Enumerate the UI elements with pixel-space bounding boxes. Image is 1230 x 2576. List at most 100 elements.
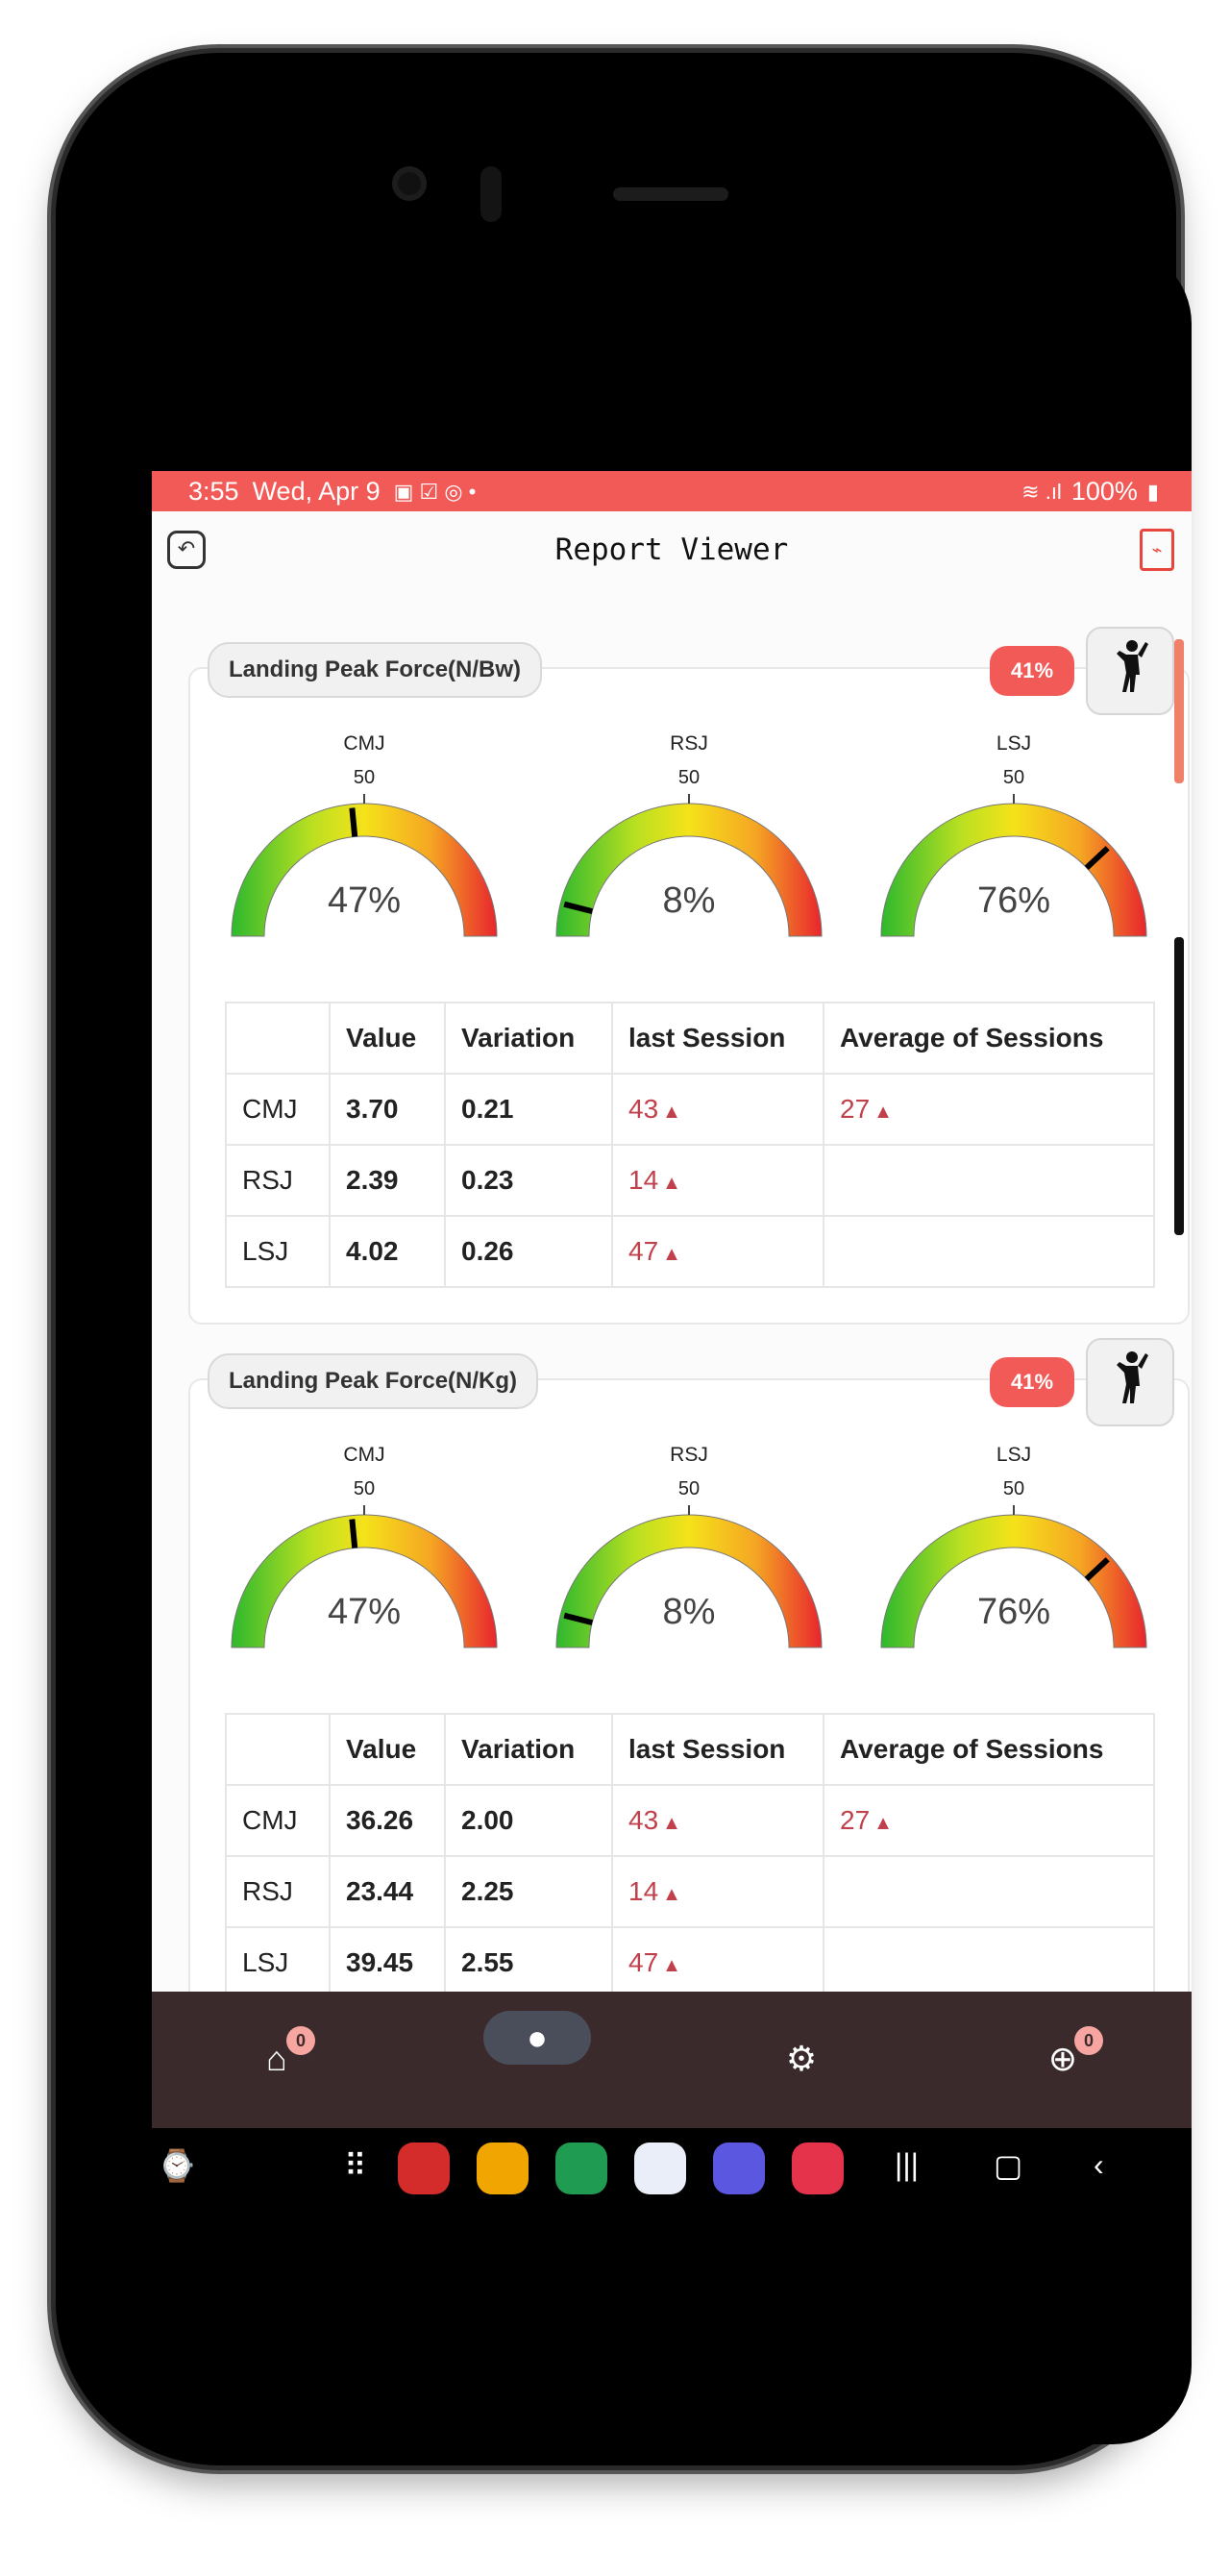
gauge-rsj: RSJ 50 8% bbox=[550, 727, 828, 948]
row-average bbox=[823, 1144, 1155, 1217]
profile-icon[interactable]: ● bbox=[508, 2009, 566, 2067]
back-nav-icon[interactable]: ‹ bbox=[1094, 2147, 1104, 2183]
row-average: 27 ▲ bbox=[823, 1784, 1155, 1857]
app-bar: ↶ Report Viewer ⌁ bbox=[152, 511, 1192, 604]
browser-app-icon[interactable] bbox=[713, 2143, 765, 2194]
row-variation: 0.23 bbox=[444, 1144, 613, 1217]
last-session-value: 47 bbox=[628, 1236, 659, 1266]
gauge-label: LSJ bbox=[996, 732, 1032, 755]
gauge-cmj: CMJ 50 47% bbox=[225, 1438, 504, 1659]
gauge-value: 8% bbox=[662, 880, 716, 921]
row-variation: 0.26 bbox=[444, 1215, 613, 1288]
table-row: CMJ 36.26 2.00 43 ▲ 27 ▲ bbox=[225, 1784, 1155, 1857]
gauge-value: 76% bbox=[976, 1592, 1051, 1632]
gauge-midpoint-label: 50 bbox=[677, 1478, 701, 1499]
files-app-icon[interactable] bbox=[477, 2143, 529, 2194]
table-row: RSJ 2.39 0.23 14 ▲ bbox=[225, 1144, 1155, 1217]
row-name: LSJ bbox=[225, 1215, 331, 1288]
bottom-navigation: ⌂ 0 ● ⚙ ⊕ 0 bbox=[152, 1992, 1192, 2128]
status-bar: 3:55 Wed, Apr 9 ▣ ☑ ◎ • ≋ .ıl 100% ▮ bbox=[152, 471, 1192, 511]
row-last-session: 43 ▲ bbox=[611, 1073, 824, 1146]
row-last-session: 43 ▲ bbox=[611, 1784, 824, 1857]
last-session-value: 43 bbox=[628, 1094, 659, 1124]
status-time: 3:55 bbox=[188, 477, 239, 506]
apps-grid-icon[interactable]: ⠿ bbox=[344, 2147, 366, 2184]
row-value: 23.44 bbox=[329, 1855, 446, 1928]
gauge-label: LSJ bbox=[996, 1444, 1032, 1466]
gauge-cmj: CMJ 50 47% bbox=[225, 727, 504, 948]
table-row: LSJ 39.45 2.55 47 ▲ bbox=[225, 1926, 1155, 1992]
trend-up-icon: ▲ bbox=[662, 1884, 681, 1905]
taskbar-icon[interactable]: ⌚ bbox=[158, 2147, 196, 2184]
home-button-icon[interactable]: ▢ bbox=[994, 2147, 1022, 2184]
table-header: Value bbox=[329, 1002, 446, 1075]
gauge-value: 76% bbox=[976, 880, 1051, 921]
settings-icon[interactable]: ⚙ bbox=[773, 2030, 830, 2088]
earpiece-speaker bbox=[613, 187, 728, 201]
trend-up-icon: ▲ bbox=[662, 1173, 681, 1194]
row-name: RSJ bbox=[225, 1855, 331, 1928]
row-value: 4.02 bbox=[329, 1215, 446, 1288]
messages-app-icon[interactable] bbox=[634, 2143, 686, 2194]
row-name: LSJ bbox=[225, 1926, 331, 1992]
card-title: Landing Peak Force(N/Kg) bbox=[208, 1353, 539, 1409]
table-header: Average of Sessions bbox=[823, 1713, 1155, 1786]
row-name: CMJ bbox=[225, 1784, 331, 1857]
camera-app-icon[interactable] bbox=[792, 2143, 844, 2194]
average-value: 27 bbox=[840, 1094, 871, 1124]
battery-level: 100% bbox=[1070, 477, 1138, 506]
gauge-value: 47% bbox=[327, 1592, 402, 1632]
trend-up-icon: ▲ bbox=[662, 1244, 681, 1265]
last-session-value: 43 bbox=[628, 1805, 659, 1835]
wifi-signal-icon: ≋ .ıl bbox=[1021, 479, 1062, 504]
row-value: 2.39 bbox=[329, 1144, 446, 1217]
status-date: Wed, Apr 9 bbox=[252, 477, 381, 506]
row-variation: 2.55 bbox=[444, 1926, 613, 1992]
table-header: Value bbox=[329, 1713, 446, 1786]
phone-app-icon[interactable] bbox=[555, 2143, 607, 2194]
row-last-session: 47 ▲ bbox=[611, 1926, 824, 1992]
app-content: ↶ Report Viewer ⌁ Landing Peak Force(N/B… bbox=[152, 511, 1192, 1992]
gauge-label: RSJ bbox=[670, 1444, 708, 1466]
notification-icons: ▣ ☑ ◎ • bbox=[393, 479, 477, 504]
table-row: CMJ 3.70 0.21 43 ▲ 27 ▲ bbox=[225, 1073, 1155, 1146]
row-average bbox=[823, 1215, 1155, 1288]
average-value: 27 bbox=[840, 1805, 871, 1835]
row-last-session: 14 ▲ bbox=[611, 1144, 824, 1217]
table-header: last Session bbox=[611, 1002, 824, 1075]
row-variation: 0.21 bbox=[444, 1073, 613, 1146]
side-button bbox=[1174, 639, 1184, 783]
trend-up-icon: ▲ bbox=[873, 1102, 893, 1123]
metrics-table: Value Variation last Session Average of … bbox=[225, 1002, 1155, 1288]
gauge-midpoint-label: 50 bbox=[677, 767, 701, 788]
row-value: 3.70 bbox=[329, 1073, 446, 1146]
table-row: LSJ 4.02 0.26 47 ▲ bbox=[225, 1215, 1155, 1288]
last-session-value: 14 bbox=[628, 1876, 659, 1906]
jump-figure-button[interactable] bbox=[1086, 1338, 1174, 1426]
gauge-value: 8% bbox=[662, 1592, 716, 1632]
pdf-icon[interactable]: ⌁ bbox=[1140, 529, 1174, 571]
home-badge: 0 bbox=[286, 2026, 315, 2055]
table-header bbox=[225, 1002, 331, 1075]
recents-icon[interactable]: ||| bbox=[895, 2147, 919, 2183]
metrics-table: Value Variation last Session Average of … bbox=[225, 1713, 1155, 1992]
gauge-label: CMJ bbox=[343, 732, 385, 755]
gauge-lsj: LSJ 50 76% bbox=[874, 727, 1153, 948]
gauge-needle bbox=[349, 807, 358, 837]
table-header: Average of Sessions bbox=[823, 1002, 1155, 1075]
trend-up-icon: ▲ bbox=[873, 1813, 893, 1834]
volume-button bbox=[1174, 937, 1184, 1235]
report-card: Landing Peak Force(N/Bw) 41% CMJ 50 47% bbox=[188, 627, 1190, 1325]
row-variation: 2.00 bbox=[444, 1784, 613, 1857]
table-row: RSJ 23.44 2.25 14 ▲ bbox=[225, 1855, 1155, 1928]
row-last-session: 47 ▲ bbox=[611, 1215, 824, 1288]
trend-up-icon: ▲ bbox=[662, 1813, 681, 1834]
row-value: 39.45 bbox=[329, 1926, 446, 1992]
jump-figure-button[interactable] bbox=[1086, 627, 1174, 715]
phone-frame: 3:55 Wed, Apr 9 ▣ ☑ ◎ • ≋ .ıl 100% ▮ ↶ R… bbox=[56, 53, 1192, 2465]
table-header: last Session bbox=[611, 1713, 824, 1786]
page-title: Report Viewer bbox=[554, 533, 789, 567]
jump-figure-icon bbox=[1117, 640, 1148, 692]
gauge-midpoint-label: 50 bbox=[353, 767, 376, 788]
notes-app-icon[interactable] bbox=[398, 2143, 450, 2194]
